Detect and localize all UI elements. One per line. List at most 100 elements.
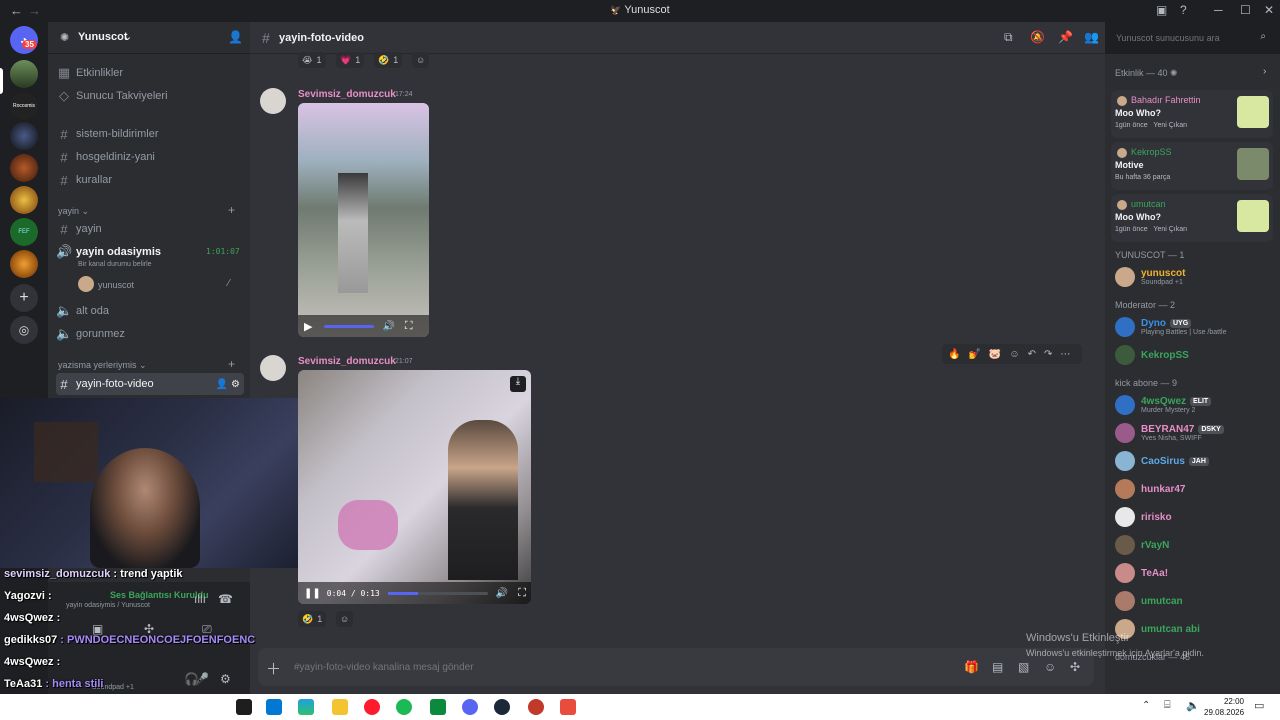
- settings-gear-icon[interactable]: ⚙: [220, 672, 231, 686]
- reaction-chip[interactable]: 💗 1: [336, 52, 365, 68]
- emoji-reaction-icon[interactable]: 💅: [968, 349, 980, 360]
- member-item[interactable]: hunkar47: [1111, 476, 1276, 502]
- server-yunuscot-icon[interactable]: [10, 60, 38, 88]
- more-icon[interactable]: ⋯: [1060, 349, 1070, 360]
- pause-icon[interactable]: ❚❚: [304, 588, 321, 599]
- emoji-reaction-icon[interactable]: 🐷: [989, 349, 1001, 360]
- forward-icon[interactable]: ↷: [1044, 349, 1052, 360]
- pinned-icon[interactable]: 📌: [1058, 30, 1073, 44]
- category-yayin[interactable]: yayin ⌄: [58, 206, 89, 217]
- signal-icon[interactable]: ıllı: [194, 592, 206, 606]
- emoji-picker-icon[interactable]: ☺: [1044, 660, 1056, 674]
- server-header[interactable]: ✺ Yunuscot ⌄ 👤: [48, 22, 250, 54]
- volume-icon[interactable]: 🔊: [496, 588, 508, 599]
- emoji-reaction-icon[interactable]: 🔥: [948, 349, 960, 360]
- server-icon[interactable]: [10, 122, 38, 150]
- fullscreen-icon[interactable]: ⛶: [518, 587, 526, 600]
- server-icon[interactable]: FEF: [10, 218, 38, 246]
- message-input[interactable]: [294, 658, 894, 676]
- apps-icon[interactable]: ✣: [1070, 660, 1080, 674]
- attach-plus-icon[interactable]: ＋: [266, 658, 281, 679]
- member-item[interactable]: KekropSS: [1111, 342, 1276, 368]
- network-icon[interactable]: ⌸: [1164, 699, 1171, 712]
- opera-icon[interactable]: [364, 699, 380, 715]
- member-item[interactable]: 4wsQwez ELIT Murder Mystery 2: [1111, 392, 1276, 418]
- voice-channel-gorunmez[interactable]: 🔈 gorunmez: [56, 323, 244, 345]
- server-icon[interactable]: [10, 154, 38, 182]
- download-icon[interactable]: ⤓: [510, 376, 526, 392]
- discord-icon[interactable]: [462, 699, 478, 715]
- sidebar-item-boosts[interactable]: ◇ Sunucu Takviyeleri: [56, 85, 244, 107]
- invite-icon[interactable]: 👤 ⚙: [216, 379, 240, 390]
- video-player[interactable]: ⤓ ❚❚ 0:04 / 0:13 🔊 ⛶: [298, 370, 531, 604]
- gift-icon[interactable]: 🎁: [964, 660, 979, 674]
- spotify-icon[interactable]: [396, 699, 412, 715]
- notifications-muted-icon[interactable]: 🔕: [1030, 30, 1045, 44]
- add-server-icon[interactable]: +: [10, 284, 38, 312]
- outlook-icon[interactable]: [266, 699, 282, 715]
- close-icon[interactable]: ✕: [1264, 3, 1274, 17]
- fullscreen-icon[interactable]: ⛶: [405, 320, 413, 333]
- message-author[interactable]: Sevimsiz_domuzcuk: [298, 89, 396, 100]
- seek-bar[interactable]: [387, 591, 488, 595]
- channel-hosgeldiniz-yani[interactable]: # hosgeldiniz-yani: [56, 146, 244, 168]
- member-item[interactable]: rVayN: [1111, 532, 1276, 558]
- server-icon[interactable]: Rocosmis: [10, 92, 38, 120]
- add-reaction-button[interactable]: ☺: [336, 611, 354, 627]
- file-explorer-icon[interactable]: [332, 699, 348, 715]
- add-reaction-icon[interactable]: ☺: [1009, 349, 1019, 360]
- avatar[interactable]: [78, 276, 94, 292]
- help-icon[interactable]: ?: [1180, 3, 1187, 17]
- edge-icon[interactable]: [298, 699, 314, 715]
- minimize-icon[interactable]: ─: [1214, 3, 1223, 17]
- app-icon[interactable]: [430, 699, 446, 715]
- voice-status[interactable]: Bir kanal durumu belirle: [78, 261, 152, 268]
- member-item[interactable]: TeAa!: [1111, 560, 1276, 586]
- search-input[interactable]: [1116, 31, 1246, 45]
- server-icon[interactable]: [10, 250, 38, 278]
- voice-user-name[interactable]: yunuscot: [98, 280, 134, 290]
- member-item[interactable]: yunuscot Soundpad +1: [1111, 264, 1276, 290]
- add-channel-icon[interactable]: +: [228, 357, 235, 371]
- member-item[interactable]: umutcan: [1111, 588, 1276, 614]
- gif-icon[interactable]: ▤: [992, 660, 1003, 674]
- channel-kurallar[interactable]: # kurallar: [56, 169, 244, 191]
- video-player[interactable]: ▶ 🔊 ⛶: [298, 103, 429, 337]
- threads-icon[interactable]: ⧉: [1004, 30, 1013, 45]
- headset-icon[interactable]: 🎧: [184, 672, 199, 686]
- message-author[interactable]: Sevimsiz_domuzcuk: [298, 356, 396, 367]
- activity-card[interactable]: Bahadır Fahrettin Moo Who? 1gün önce Yeni …: [1111, 90, 1273, 138]
- steam-icon[interactable]: [494, 699, 510, 715]
- avatar[interactable]: [260, 88, 286, 114]
- app-icon[interactable]: [528, 699, 544, 715]
- play-icon[interactable]: ▶: [304, 320, 312, 333]
- channel-yayin-foto-video-selected[interactable]: # yayin-foto-video 👤 ⚙: [56, 373, 244, 395]
- channel-yayin[interactable]: # yayin: [56, 218, 244, 240]
- add-channel-icon[interactable]: +: [228, 203, 235, 217]
- clock[interactable]: 22:00 29.08.2026: [1204, 696, 1244, 718]
- reply-icon[interactable]: ↶: [1028, 349, 1036, 360]
- activity-card[interactable]: umutcan Moo Who? 1gün önce Yeni Çıkan: [1111, 194, 1273, 242]
- member-item[interactable]: ririsko: [1111, 504, 1276, 530]
- member-item[interactable]: BEYRAN47 DSKY Yves Nisha, SWIFF: [1111, 420, 1276, 446]
- member-item[interactable]: CaoSirus JAH: [1111, 448, 1276, 474]
- invite-icon[interactable]: 👤: [228, 30, 243, 44]
- sidebar-item-events[interactable]: ▦ Etkinlikler: [56, 62, 244, 84]
- member-item[interactable]: umutcan abi: [1111, 616, 1276, 642]
- tray-chevron-icon[interactable]: ⌃: [1142, 700, 1150, 711]
- notifications-icon[interactable]: ▭: [1254, 699, 1264, 712]
- chevron-right-icon[interactable]: ›: [1263, 66, 1266, 77]
- reaction-chip[interactable]: 🤣 1: [298, 611, 327, 627]
- category-yazisma[interactable]: yazisma yerleriymis ⌄: [58, 360, 147, 371]
- add-reaction-button[interactable]: ☺: [412, 52, 430, 68]
- reaction-chip[interactable]: 😭 1: [298, 52, 326, 68]
- discover-icon[interactable]: ◎: [10, 316, 38, 344]
- member-list-icon[interactable]: 👥: [1084, 30, 1099, 44]
- search-box[interactable]: ⌕: [1110, 27, 1272, 49]
- voice-channel-alt-oda[interactable]: 🔈 alt oda: [56, 300, 244, 322]
- reaction-chip[interactable]: 🤣 1: [374, 52, 403, 68]
- disconnect-icon[interactable]: ☎: [218, 592, 233, 606]
- inbox-icon[interactable]: ▣: [1156, 3, 1167, 17]
- volume-icon[interactable]: 🔊: [382, 321, 394, 332]
- sticker-icon[interactable]: ▧: [1018, 660, 1029, 674]
